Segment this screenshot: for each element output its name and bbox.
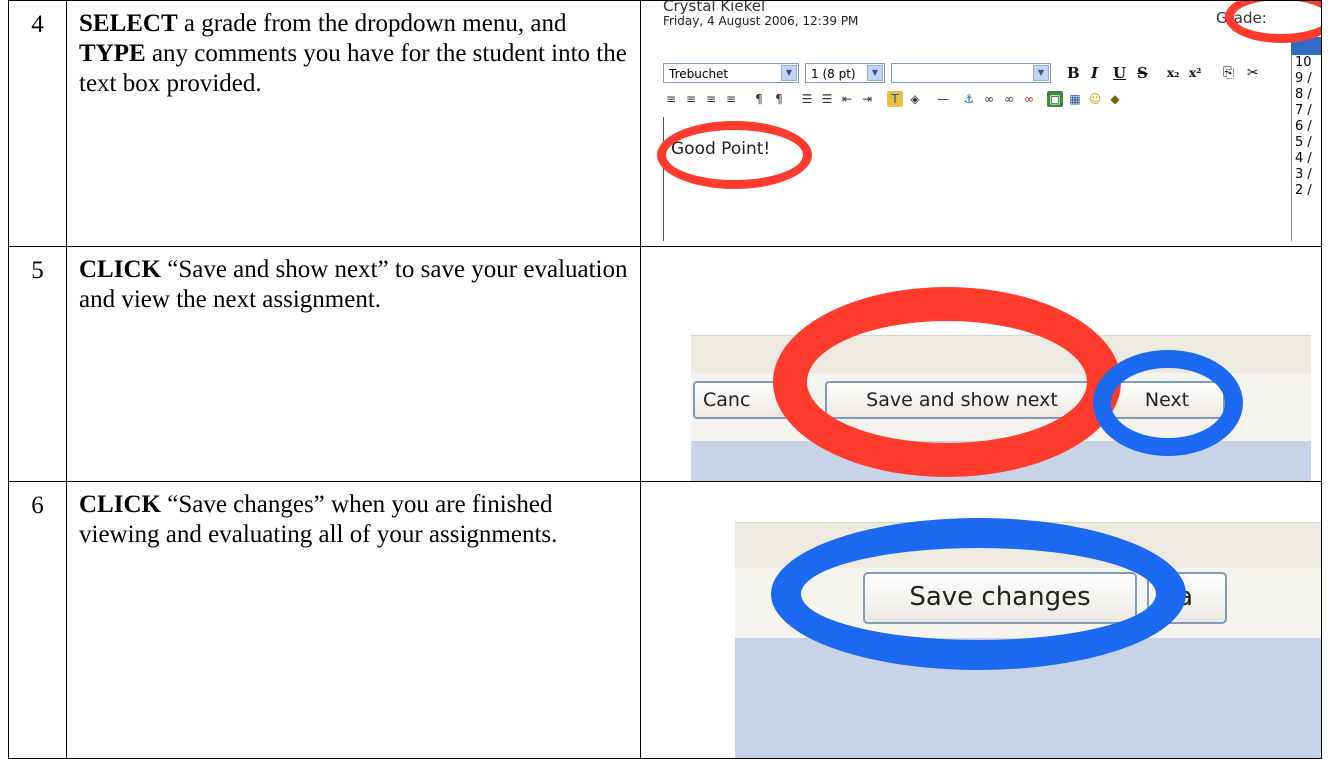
text-color-icon[interactable]: T [887, 91, 903, 107]
nolink-icon[interactable]: ∞ [1021, 91, 1037, 107]
subscript-icon[interactable]: x₂ [1167, 61, 1179, 85]
step-number: 5 [8, 245, 67, 482]
justify-icon[interactable]: ≡ [723, 91, 739, 107]
step-row: 4 SELECT a grade from the dropdown menu,… [8, 0, 1322, 247]
cut-icon[interactable]: ✂ [1247, 61, 1259, 85]
step-number: 4 [8, 0, 67, 247]
special-char-icon[interactable]: ◆ [1107, 91, 1123, 107]
chevron-down-icon: ▼ [1033, 65, 1049, 81]
step-verb: CLICK [79, 490, 161, 518]
underline-icon[interactable]: U [1113, 61, 1126, 85]
highlight-circle [771, 517, 1186, 670]
align-right-icon[interactable]: ≡ [703, 91, 719, 107]
align-center-icon[interactable]: ≡ [683, 91, 699, 107]
font-select[interactable]: Trebuchet ▼ [663, 63, 799, 83]
editor-toolbar: Trebuchet ▼ 1 (8 pt) ▼ ▼ B I U S x₂ x² ⎘ ✂ [663, 61, 1293, 85]
size-select[interactable]: 1 (8 pt) ▼ [805, 63, 885, 83]
rtl-icon[interactable]: ¶ [771, 91, 787, 107]
step-row: 6 CLICK “Save changes” when you are fini… [8, 480, 1322, 759]
format-select[interactable]: ▼ [891, 63, 1051, 83]
outdent-icon[interactable]: ⇤ [839, 91, 855, 107]
step-row: 5 CLICK “Save and show next” to save you… [8, 245, 1322, 482]
ltr-icon[interactable]: ¶ [751, 91, 767, 107]
chevron-down-icon: ▼ [781, 65, 797, 81]
superscript-icon[interactable]: x² [1189, 61, 1201, 85]
step-verb: SELECT [79, 10, 178, 37]
strikethrough-icon[interactable]: S [1137, 61, 1148, 85]
grade-dropdown[interactable]: 10 9 / 8 / 7 / 6 / 5 / 4 / 3 / 2 / [1291, 55, 1321, 241]
chevron-down-icon: ▼ [867, 65, 883, 81]
indent-icon[interactable]: ⇥ [859, 91, 875, 107]
highlight-circle [1225, 1, 1321, 43]
step-number: 6 [8, 480, 67, 759]
save-screenshot: Save changes Ca [640, 480, 1322, 759]
highlight-circle [1093, 349, 1243, 456]
unordered-list-icon[interactable]: ☰ [819, 91, 835, 107]
align-left-icon[interactable]: ≡ [663, 91, 679, 107]
unlink-icon[interactable]: ∞ [1001, 91, 1017, 107]
link-icon[interactable]: ∞ [981, 91, 997, 107]
bg-color-icon[interactable]: ◈ [907, 91, 923, 107]
step-instruction: CLICK “Save changes” when you are finish… [66, 480, 641, 759]
copy-icon[interactable]: ⎘ [1223, 61, 1234, 85]
table-icon[interactable]: ▦ [1067, 91, 1083, 107]
horizontal-rule-icon[interactable]: — [935, 91, 951, 107]
student-name: Crystal Kiekel [663, 0, 766, 15]
image-icon[interactable]: ▣ [1047, 91, 1063, 107]
buttons-screenshot: Canc Save and show next Next [640, 245, 1322, 482]
step-instruction: SELECT a grade from the dropdown menu, a… [66, 0, 641, 247]
step-instruction: CLICK “Save and show next” to save your … [66, 245, 641, 482]
smiley-icon[interactable]: ☺ [1087, 91, 1103, 107]
submission-date: Friday, 4 August 2006, 12:39 PM [663, 14, 859, 28]
editor-screenshot: Crystal Kiekel Friday, 4 August 2006, 12… [640, 0, 1322, 247]
editor-toolbar-2: ≡ ≡ ≡ ≡ ¶ ¶ ☰ ☰ ⇤ ⇥ T ◈ — ⚓ ∞ ∞ ∞ ▣ ▦ ☺ [663, 89, 1293, 111]
step-verb: TYPE [79, 40, 146, 67]
highlight-circle [773, 286, 1121, 477]
highlight-circle [657, 121, 812, 189]
step-verb: CLICK [79, 255, 161, 283]
bold-icon[interactable]: B [1067, 61, 1080, 85]
ordered-list-icon[interactable]: ☰ [799, 91, 815, 107]
instruction-table: 4 SELECT a grade from the dropdown menu,… [8, 0, 1322, 759]
anchor-icon[interactable]: ⚓ [961, 91, 977, 107]
italic-icon[interactable]: I [1091, 61, 1098, 85]
